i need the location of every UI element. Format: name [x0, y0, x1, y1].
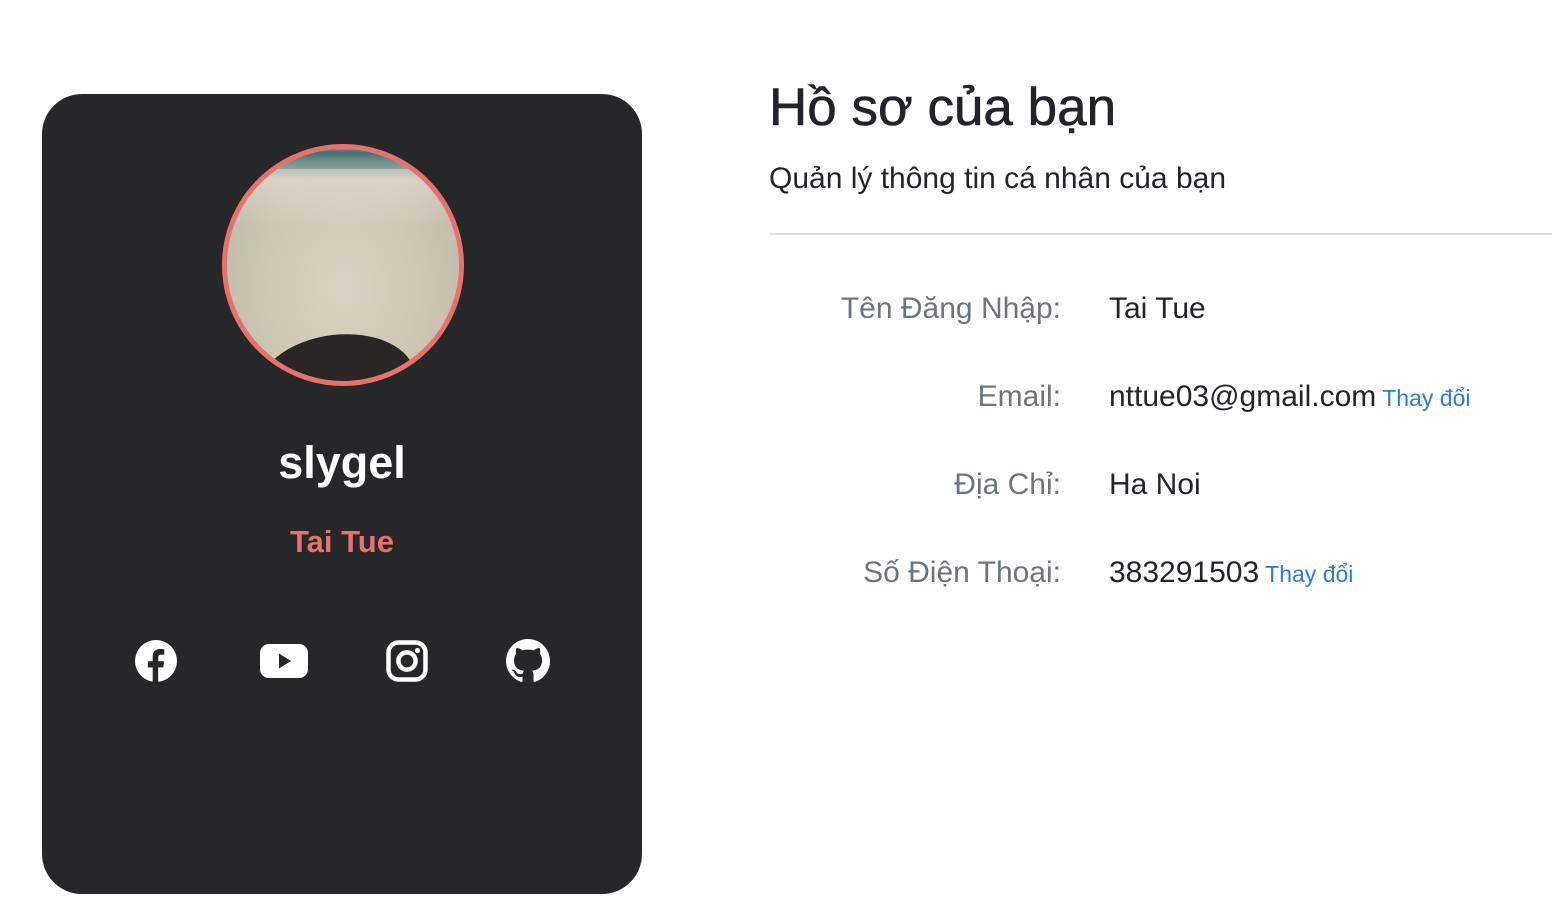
- field-row-username: Tên Đăng Nhập: Tai Tue: [769, 289, 1552, 329]
- avatar: [222, 144, 464, 386]
- field-value: 383291503 Thay đổi: [1109, 556, 1354, 589]
- field-row-phone: Số Điện Thoại: 383291503 Thay đổi: [769, 553, 1552, 593]
- field-value: Ha Noi: [1109, 468, 1201, 501]
- field-label: Email:: [977, 380, 1061, 413]
- profile-full-name: Tai Tue: [290, 524, 394, 559]
- field-label: Tên Đăng Nhập:: [840, 292, 1061, 325]
- youtube-icon[interactable]: [259, 638, 309, 684]
- change-phone-link[interactable]: Thay đổi: [1265, 561, 1353, 587]
- change-email-link[interactable]: Thay đổi: [1382, 385, 1470, 411]
- github-icon[interactable]: [505, 638, 551, 684]
- field-row-address: Địa Chỉ: Ha Noi: [769, 465, 1552, 505]
- profile-username: slygel: [278, 437, 406, 488]
- field-value: Tai Tue: [1109, 292, 1206, 325]
- profile-card: slygel Tai Tue: [42, 94, 642, 894]
- field-value: nttue03@gmail.com Thay đổi: [1109, 380, 1471, 413]
- field-row-email: Email: nttue03@gmail.com Thay đổi: [769, 377, 1552, 417]
- instagram-icon[interactable]: [384, 638, 430, 684]
- field-label: Địa Chỉ:: [954, 468, 1061, 501]
- field-label: Số Điện Thoại:: [863, 556, 1061, 589]
- avatar-photo-subject: [250, 326, 420, 381]
- facebook-icon[interactable]: [133, 638, 179, 684]
- avatar-photo-haze: [227, 169, 459, 229]
- section-divider: [769, 233, 1552, 235]
- page-subtitle: Quản lý thông tin cá nhân của bạn: [769, 162, 1227, 195]
- page-title: Hồ sơ của bạn: [769, 78, 1117, 138]
